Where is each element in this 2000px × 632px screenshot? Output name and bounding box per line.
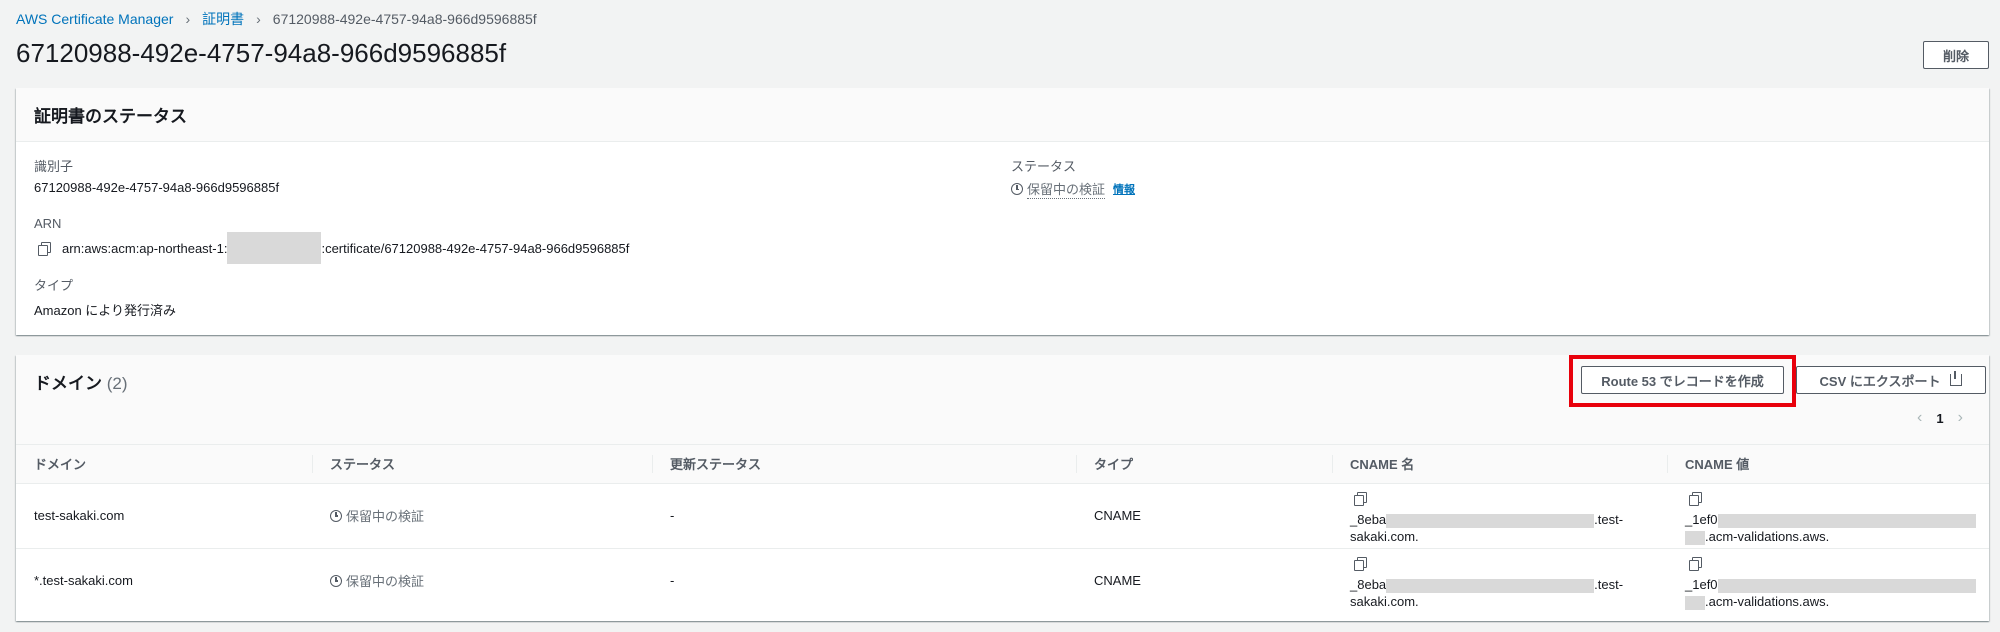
status-pending: 保留中の検証 [330,506,424,525]
redacted-text [1386,578,1595,593]
breadcrumb-acm-link[interactable]: AWS Certificate Manager [16,11,173,27]
cname-value-prefix: _1ef0 [1685,512,1718,527]
create-route53-records-button[interactable]: Route 53 でレコードを作成 [1581,366,1784,394]
redacted-text [1685,595,1705,610]
type-value: Amazon により発行済み [34,303,177,318]
cname-value-prefix: _1ef0 [1685,577,1718,593]
redacted-text [1717,578,1976,593]
identifier-value: 67120988-492e-4757-94a8-966d9596885f [34,180,280,195]
domain-table: ドメイン ステータス 更新ステータス タイプ CNAME 名 CNAME 値 t… [16,445,1989,613]
status-pending: 保留中の検証 [1011,179,1106,199]
cname-value-cell: _1ef0 .acm-validations.aws. [1667,483,1989,549]
identifier-label: 識別子 [34,159,74,174]
table-row: *.test-sakaki.com 保留中の検証 - CNAME _8eba .t… [16,548,1989,613]
cname-name-cell: _8eba .test- sakaki.com. [1332,548,1667,613]
page-title: 67120988-492e-4757-94a8-966d9596885f [16,38,507,68]
status-pending-text: 保留中の検証 [346,574,425,590]
breadcrumb-current: 67120988-492e-4757-94a8-966d9596885f [272,11,537,27]
table-row: test-sakaki.com 保留中の検証 - CNAME _8eba .tes… [16,483,1989,549]
type-cell: CNAME [1076,483,1332,549]
copy-icon[interactable] [1354,492,1367,506]
domain-header: ドメイン (2) Route 53 でレコードを作成 CSV にエクスポート ‹… [16,355,1989,445]
clock-icon [1011,183,1023,195]
redacted-text [1685,530,1705,545]
arn-prefix: arn:aws:acm:ap-northeast-1: [62,240,228,256]
certificate-status-panel: 証明書のステータス 識別子 67120988-492e-4757-94a8-96… [16,88,1989,335]
cname-name-line2: sakaki.com. [1350,529,1419,544]
cname-name-suffix: .test- [1594,512,1624,527]
copy-icon[interactable] [1354,557,1367,572]
status-pending-text: 保留中の検証 [346,509,425,524]
status-cell: 保留中の検証 [312,483,652,549]
domain-cell: test-sakaki.com [16,483,312,549]
column-header-renewal-status[interactable]: 更新ステータス [652,445,1076,484]
previous-page-icon[interactable]: ‹ [1917,409,1922,427]
arn-label: ARN [34,216,62,231]
redacted-text [1717,513,1976,528]
delete-button[interactable]: 削除 [1923,41,1989,69]
clock-icon [330,574,342,587]
breadcrumb-certificates-link[interactable]: 証明書 [202,9,244,29]
arn-suffix: :certificate/67120988-492e-4757-94a8-966… [321,240,630,256]
copy-icon[interactable] [38,241,51,256]
clock-icon [330,509,342,522]
page-number[interactable]: 1 [1936,411,1943,426]
status-value: 保留中の検証 情報 [1011,179,1135,199]
certificate-status-title: 証明書のステータス [34,107,187,126]
cname-name-prefix: _8eba [1350,577,1387,593]
arn-value: arn:aws:acm:ap-northeast-1: :certificate/… [38,232,629,264]
status-pending-text[interactable]: 保留中の検証 [1027,179,1106,199]
export-csv-button[interactable]: CSV にエクスポート [1796,366,1986,394]
next-page-icon[interactable]: › [1958,409,1963,427]
table-header-row: ドメイン ステータス 更新ステータス タイプ CNAME 名 CNAME 値 [16,445,1989,484]
copy-icon[interactable] [1689,492,1702,506]
cname-value-line2: .acm-validations.aws. [1705,529,1830,544]
domain-count: (2) [106,374,128,393]
renewal-status-cell: - [652,483,1076,549]
chevron-right-icon: › [256,11,261,27]
status-label: ステータス [1011,159,1077,174]
domain-title: ドメイン (2) [34,369,128,394]
column-header-status[interactable]: ステータス [312,445,652,484]
domain-panel: ドメイン (2) Route 53 でレコードを作成 CSV にエクスポート ‹… [16,355,1989,621]
cname-name-line2: sakaki.com. [1350,594,1419,610]
column-header-cname-value[interactable]: CNAME 値 [1667,445,1989,484]
cname-name-suffix: .test- [1594,577,1624,593]
pagination: ‹ 1 › [1917,409,1963,427]
column-header-cname-name[interactable]: CNAME 名 [1332,445,1667,484]
cname-value-cell: _1ef0 .acm-validations.aws. [1667,548,1989,613]
column-header-domain[interactable]: ドメイン [16,445,312,484]
type-label: タイプ [34,278,74,293]
domain-cell: *.test-sakaki.com [34,573,133,589]
redacted-account-id [227,232,322,264]
column-header-type[interactable]: タイプ [1076,445,1332,484]
download-icon [1950,371,1963,386]
cname-name-prefix: _8eba [1350,512,1387,527]
info-link[interactable]: 情報 [1113,181,1135,197]
renewal-status-cell: - [670,573,675,589]
cname-name-cell: _8eba .test- sakaki.com. [1332,483,1667,549]
breadcrumb: AWS Certificate Manager › 証明書 › 67120988… [16,9,537,29]
status-pending: 保留中の検証 [330,571,424,590]
cname-value-line2: .acm-validations.aws. [1705,594,1830,610]
type-cell: CNAME [1094,573,1141,589]
export-csv-label: CSV にエクスポート [1819,373,1941,389]
certificate-status-header: 証明書のステータス [16,88,1989,142]
copy-icon[interactable] [1689,557,1702,572]
status-cell: 保留中の検証 [312,548,652,613]
chevron-right-icon: › [185,11,191,27]
redacted-text [1386,513,1595,528]
domain-title-text: ドメイン [34,374,102,393]
